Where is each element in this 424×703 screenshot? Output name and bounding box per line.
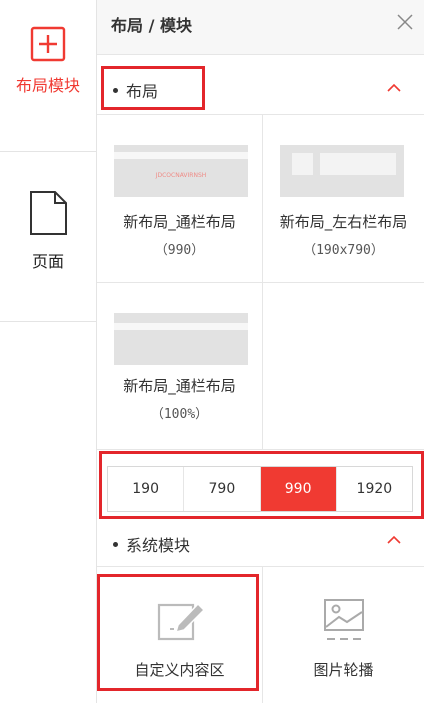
layout-size: （100%） (150, 407, 209, 422)
page-icon (30, 191, 67, 235)
layout-thumbnail (280, 145, 404, 197)
thumbnail-left-column (292, 153, 313, 175)
layout-size: （190x790） (303, 243, 384, 258)
layout-name: 新布局_通栏布局 (123, 213, 236, 231)
layout-thumbnail: JDCOCNAVIRNSH (114, 145, 248, 197)
chevron-up-icon[interactable] (386, 532, 402, 548)
layout-name: 新布局_左右栏布局 (279, 213, 408, 231)
close-icon[interactable] (394, 11, 416, 33)
layout-card-empty (263, 283, 424, 450)
layout-card-full-990[interactable]: JDCOCNAVIRNSH 新布局_通栏布局 （990） (97, 115, 263, 283)
thumbnail-bar (114, 152, 248, 159)
layout-card-two-column[interactable]: 新布局_左右栏布局 （190x790） (263, 115, 424, 283)
layout-name: 新布局_通栏布局 (123, 377, 236, 395)
layout-thumbnail (114, 313, 248, 365)
panel-title: 布局 / 模块 (111, 16, 192, 35)
section-title: 系统模块 (113, 532, 190, 556)
image-carousel-icon (323, 599, 364, 640)
rail-item-label: 布局模块 (15, 76, 80, 95)
bullet-dot (113, 542, 118, 547)
custom-content-highlight (97, 574, 259, 691)
chevron-up-icon[interactable] (386, 80, 402, 96)
thumbnail-right-column (320, 153, 396, 175)
plus-square-icon (30, 26, 66, 62)
layout-size: （990） (154, 243, 205, 258)
thumbnail-tag: JDCOCNAVIRNSH (155, 172, 207, 179)
panel-header: 布局 / 模块 (97, 0, 424, 55)
thumbnail-bar (114, 323, 248, 330)
layout-module-panel: 布局 / 模块 布局 JDCOCNAVIRNSH 新布局_通栏布局 （990） (97, 0, 424, 703)
layout-grid: JDCOCNAVIRNSH 新布局_通栏布局 （990） 新布局_左右栏布局 （… (97, 114, 424, 450)
module-image-carousel[interactable]: 图片轮播 (263, 567, 424, 703)
width-selector-highlight (99, 451, 424, 519)
module-label: 图片轮播 (313, 661, 374, 679)
rail-item-label: 页面 (31, 252, 64, 271)
section-title-text: 系统模块 (126, 536, 191, 555)
layout-title-highlight (101, 66, 205, 110)
left-rail: 布局模块 页面 (0, 0, 97, 703)
modules-section-header[interactable]: 系统模块 (97, 520, 424, 562)
rail-item-layout-modules[interactable]: 布局模块 (0, 0, 96, 152)
layout-card-full-100[interactable]: 新布局_通栏布局 （100%） (97, 283, 263, 450)
rail-item-page[interactable]: 页面 (0, 152, 96, 322)
